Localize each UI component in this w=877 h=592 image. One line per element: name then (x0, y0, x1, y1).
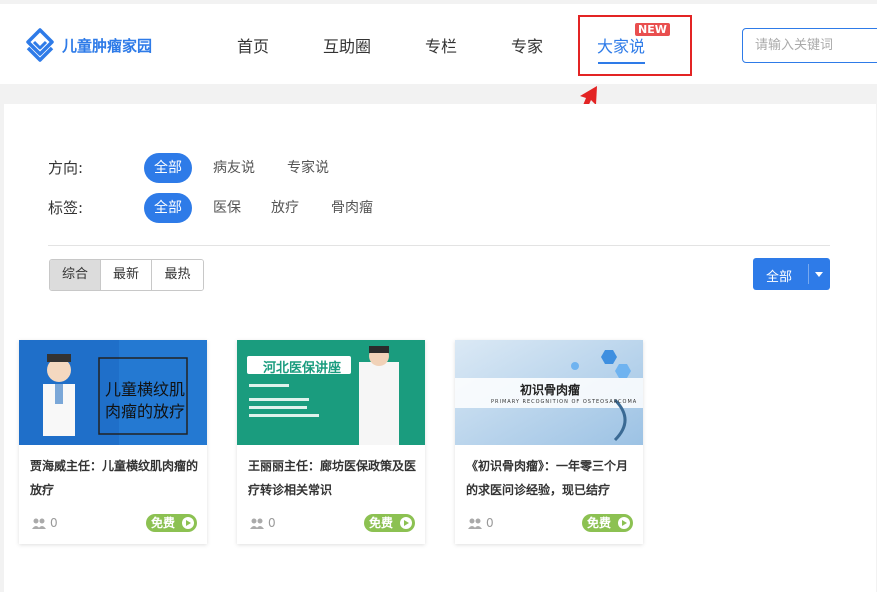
nav-home[interactable]: 首页 (237, 33, 269, 57)
search-input[interactable] (743, 29, 877, 62)
card-thumbnail: 初识骨肉瘤 PRIMARY RECOGNITION OF OSTEOSARCOM… (455, 340, 643, 445)
sort-latest-button[interactable]: 最新 (101, 260, 152, 290)
free-badge-label: 免费 (587, 516, 612, 530)
thumbnail-title: 河北医保讲座 (263, 361, 342, 376)
play-icon (618, 517, 630, 529)
free-badge-label: 免费 (151, 516, 176, 530)
card-count-value: 0 (50, 516, 58, 530)
users-icon (32, 518, 46, 529)
card-view-count: 0 (468, 516, 494, 530)
sort-hottest-button[interactable]: 最热 (152, 260, 203, 290)
users-icon (250, 518, 264, 529)
card-title[interactable]: 《初识骨肉瘤》：一年零三个月的求医问诊经验，现已结疗 (466, 454, 636, 502)
direction-chip-patients[interactable]: 病友说 (203, 153, 265, 183)
sort-button-group: 综合 最新 最热 (49, 259, 204, 291)
nav-column[interactable]: 专栏 (425, 33, 457, 57)
annotation-highlight-box (578, 15, 692, 76)
play-icon (182, 517, 194, 529)
search-box (742, 28, 877, 63)
users-icon (468, 518, 482, 529)
category-dropdown[interactable]: 全部 (753, 258, 830, 290)
tag-chip-all[interactable]: 全部 (144, 193, 192, 223)
nav-experts[interactable]: 专家 (511, 33, 543, 57)
card-view-count: 0 (32, 516, 58, 530)
card-count-value: 0 (268, 516, 276, 530)
caret-down-icon (815, 272, 823, 277)
thumbnail-title: 初识骨肉瘤 (520, 383, 581, 397)
logo-text: 儿童肿瘤家园 (62, 36, 153, 55)
direction-chip-experts[interactable]: 专家说 (277, 153, 339, 183)
top-navigation-bar: 儿童肿瘤家园 首页 互助圈 专栏 专家 大家说 NEW (0, 4, 877, 84)
card-title[interactable]: 王丽丽主任：廊坊医保政策及医疗转诊相关常识 (248, 454, 418, 502)
card-thumbnail: 河北医保讲座 (237, 340, 425, 445)
free-badge[interactable]: 免费 (364, 514, 415, 532)
thumbnail-image (237, 340, 425, 445)
card-thumbnail: 儿童横纹肌 肉瘤的放疗 (19, 340, 207, 445)
free-badge[interactable]: 免费 (582, 514, 633, 532)
article-card[interactable]: 儿童横纹肌 肉瘤的放疗 贾海威主任：儿童横纹肌肉瘤的放疗 0 免费 (19, 340, 207, 544)
free-badge[interactable]: 免费 (146, 514, 197, 532)
card-view-count: 0 (250, 516, 276, 530)
sort-comprehensive-button[interactable]: 综合 (50, 260, 101, 290)
card-count-value: 0 (486, 516, 494, 530)
tag-chip-radiotherapy[interactable]: 放疗 (261, 193, 309, 223)
filter-divider (48, 245, 830, 246)
nav-mutual-help[interactable]: 互助圈 (323, 33, 371, 57)
direction-label: 方向: (48, 159, 84, 177)
article-card[interactable]: 初识骨肉瘤 PRIMARY RECOGNITION OF OSTEOSARCOM… (455, 340, 643, 544)
article-card[interactable]: 河北医保讲座 王丽丽主任：廊坊医保政策及医疗转诊相关常识 0 免费 (237, 340, 425, 544)
logo-icon (26, 28, 54, 62)
thumbnail-text-line2: 肉瘤的放疗 (105, 402, 186, 421)
category-dropdown-label: 全部 (766, 270, 793, 285)
thumbnail-text-line1: 儿童横纹肌 (105, 380, 186, 399)
site-logo[interactable]: 儿童肿瘤家园 (24, 28, 152, 62)
play-icon (400, 517, 412, 529)
tag-chip-insurance[interactable]: 医保 (203, 193, 251, 223)
direction-chip-all[interactable]: 全部 (144, 153, 192, 183)
card-title[interactable]: 贾海威主任：儿童横纹肌肉瘤的放疗 (30, 454, 200, 502)
tags-label: 标签: (48, 199, 84, 217)
tag-chip-osteosarcoma[interactable]: 骨肉瘤 (321, 193, 383, 223)
free-badge-label: 免费 (369, 516, 394, 530)
dropdown-separator (808, 264, 809, 284)
thumbnail-subtitle: PRIMARY RECOGNITION OF OSTEOSARCOMA (491, 399, 638, 405)
